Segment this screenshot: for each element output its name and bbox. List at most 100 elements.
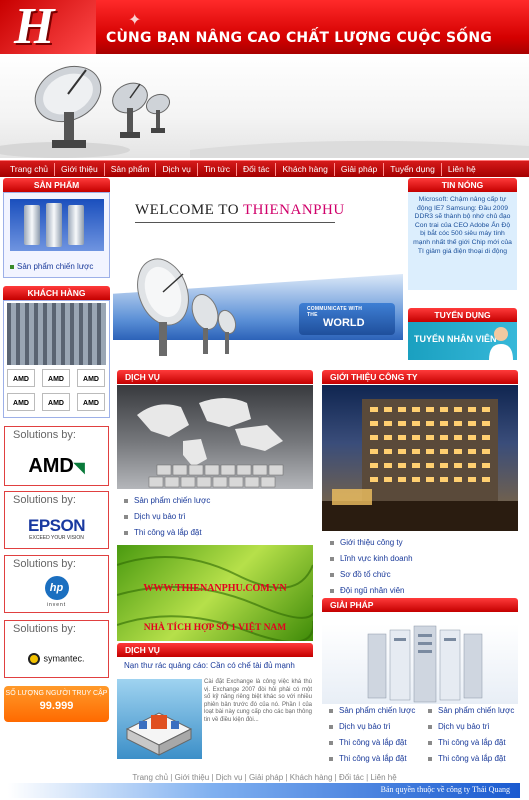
hp-tagline: invent	[46, 602, 67, 608]
symantec-icon	[28, 653, 41, 665]
services-heading: DỊCH VỤ	[117, 370, 313, 384]
nav-about[interactable]: Giới thiệu	[55, 162, 105, 176]
footer-link-solutions[interactable]: Giải pháp	[249, 773, 283, 782]
satellite-dishes-illustration	[0, 65, 529, 158]
customer-logo[interactable]: AMD	[77, 393, 105, 411]
footer-link-contact[interactable]: Liên hệ	[370, 773, 396, 782]
satellite-dishes-illustration	[137, 258, 237, 356]
customers-panel: AMD AMD AMD AMD AMD AMD	[3, 300, 110, 418]
footer-link-services[interactable]: Dịch vụ	[216, 773, 243, 782]
solutions-link-installation-2[interactable]: Thi công và lắp đặt	[428, 751, 514, 767]
hot-news-panel: Microsoft: Chậm nâng cấp tự động IE7 Sam…	[408, 192, 517, 290]
customer-logo[interactable]: AMD	[7, 369, 35, 387]
amd-logo-text: AMD	[28, 455, 74, 477]
hot-news-ticker[interactable]: Microsoft: Chậm nâng cấp tự động IE7 Sam…	[412, 196, 513, 256]
logo-letter: H	[14, 0, 55, 55]
banner-url-text: WWW.THIENANPHU.COM.VN	[143, 583, 287, 594]
nav-products[interactable]: Sản phẩm	[105, 162, 157, 176]
customer-logo[interactable]: AMD	[7, 393, 35, 411]
slogan-banner: ✦ CÙNG BẠN NÂNG CAO CHẤT LƯỢNG CUỘC SỐNG	[96, 0, 529, 54]
products-panel: Sản phẩm chiến lược	[3, 192, 110, 278]
nav-customers[interactable]: Khách hàng	[276, 162, 335, 176]
solutions-link-installation-2[interactable]: Thi công và lắp đặt	[329, 751, 415, 767]
products-strategic-label: Sản phẩm chiến lược	[17, 262, 94, 271]
hot-news-heading: TIN NÓNG	[408, 178, 517, 192]
slogan-text: CÙNG BẠN NÂNG CAO CHẤT LƯỢNG CUỘC SỐNG	[106, 30, 493, 46]
footer-link-customers[interactable]: Khách hàng	[290, 773, 333, 782]
nav-home[interactable]: Trang chủ	[4, 162, 55, 176]
symantec-logo: symantec.	[5, 653, 108, 665]
services-link-strategic[interactable]: Sản phẩm chiến lược	[124, 493, 210, 509]
welcome-underline	[135, 222, 335, 223]
epson-logo: EPSON	[27, 516, 86, 535]
nav-solutions[interactable]: Giải pháp	[335, 162, 385, 176]
customer-logo-label: AMD	[13, 400, 29, 407]
communicate-with-world-badge: COMMUNICATE WITH THE WORLD	[299, 303, 395, 335]
amd-arrow-icon: ◥	[73, 459, 85, 475]
company-building-image	[322, 385, 518, 531]
news-headline-link[interactable]: Nạn thư rác quảng cáo: Cần có chế tài đủ…	[124, 661, 295, 670]
customer-logo[interactable]: AMD	[42, 369, 70, 387]
nav-services[interactable]: Dịch vụ	[156, 162, 198, 176]
intro-link-company[interactable]: Giới thiệu công ty	[330, 535, 413, 551]
badge-big-text: WORLD	[323, 317, 365, 329]
products-strategic-link[interactable]: Sản phẩm chiến lược	[10, 262, 93, 271]
solutions-link-installation[interactable]: Thi công và lắp đặt	[428, 735, 514, 751]
hp-logo: hp	[5, 576, 108, 600]
solution-label: Solutions by:	[13, 558, 76, 570]
welcome-prefix: WELCOME TO	[135, 202, 244, 218]
solution-label: Solutions by:	[13, 623, 76, 635]
server-tower	[24, 205, 40, 245]
nav-news[interactable]: Tin tức	[198, 162, 237, 176]
customer-logo[interactable]: AMD	[42, 393, 70, 411]
solutions-link-maintenance[interactable]: Dịch vụ bảo trì	[428, 719, 514, 735]
recruitment-heading: TUYỂN DỤNG	[408, 308, 517, 322]
solutions-links-right: Sản phẩm chiến lược Dịch vụ bảo trì Thi …	[428, 703, 514, 767]
solutions-link-maintenance[interactable]: Dịch vụ bảo trì	[329, 719, 415, 735]
solutions-link-strategic[interactable]: Sản phẩm chiến lược	[428, 703, 514, 719]
services-link-maintenance[interactable]: Dịch vụ bảo trì	[124, 509, 210, 525]
solution-amd[interactable]: Solutions by: AMD◥	[4, 426, 109, 486]
data-center-image	[7, 303, 106, 365]
site-header: H ✦ CÙNG BẠN NÂNG CAO CHẤT LƯỢNG CUỘC SỐ…	[0, 0, 529, 158]
nav-contact[interactable]: Liên hệ	[442, 163, 482, 176]
solution-hp[interactable]: Solutions by: hp invent	[4, 555, 109, 613]
servers-image	[10, 199, 104, 251]
solution-symantec[interactable]: Solutions by: symantec.	[4, 620, 109, 678]
nav-partners[interactable]: Đối tác	[237, 162, 277, 176]
solution-label: Solutions by:	[13, 429, 76, 441]
welcome-heading: WELCOME TO THIENANPHU	[135, 202, 345, 219]
news-thumbnail[interactable]	[117, 679, 202, 759]
thienanphu-banner[interactable]: WWW.THIENANPHU.COM.VN NHÀ TÍCH HỢP SỐ 1 …	[117, 545, 313, 641]
nav-recruitment[interactable]: Tuyển dụng	[384, 162, 442, 176]
bullet-icon	[10, 264, 14, 269]
site-logo[interactable]: H	[0, 0, 96, 54]
footer-link-partners[interactable]: Đối tác	[339, 773, 364, 782]
server-tower	[68, 205, 84, 245]
solutions-heading: GIẢI PHÁP	[322, 598, 518, 612]
recruitment-banner-text: TUYỂN NHÂN VIÊN	[414, 334, 497, 344]
server-racks-image	[322, 624, 518, 704]
services-links: Sản phẩm chiến lược Dịch vụ bảo trì Thi …	[124, 493, 210, 541]
footer-copyright-bar: Bản quyền thuộc về công ty Thái Quang	[8, 783, 520, 798]
solutions-link-strategic[interactable]: Sản phẩm chiến lược	[329, 703, 415, 719]
intro-link-business[interactable]: Lĩnh vực kinh doanh	[330, 551, 413, 567]
footer-link-about[interactable]: Giới thiệu	[175, 773, 210, 782]
customer-logo-label: AMD	[83, 376, 99, 383]
solutions-links-left: Sản phẩm chiến lược Dịch vụ bảo trì Thi …	[329, 703, 415, 767]
solutions-link-installation[interactable]: Thi công và lắp đặt	[329, 735, 415, 751]
services-link-installation[interactable]: Thi công và lắp đặt	[124, 525, 210, 541]
recruitment-banner[interactable]: TUYỂN NHÂN VIÊN	[408, 322, 517, 360]
products-heading: SẢN PHẨM	[3, 178, 110, 192]
satellite-dish-scene	[0, 54, 529, 158]
solution-epson[interactable]: Solutions by: EPSON EXCEED YOUR VISION	[4, 491, 109, 549]
intro-link-org-chart[interactable]: Sơ đồ tổ chức	[330, 567, 413, 583]
news-excerpt: Cài đặt Exchange là công việc khá thú vị…	[204, 679, 312, 723]
building-graphic	[322, 399, 518, 531]
intro-link-staff[interactable]: Đội ngũ nhân viên	[330, 583, 413, 599]
footer-link-home[interactable]: Trang chủ	[132, 773, 168, 782]
customer-logo[interactable]: AMD	[77, 369, 105, 387]
server-tower	[46, 203, 62, 247]
footer-navigation: Trang chủ | Giới thiệu | Dịch vụ | Giải …	[0, 773, 529, 782]
epson-tagline: EXCEED YOUR VISION	[29, 535, 84, 541]
